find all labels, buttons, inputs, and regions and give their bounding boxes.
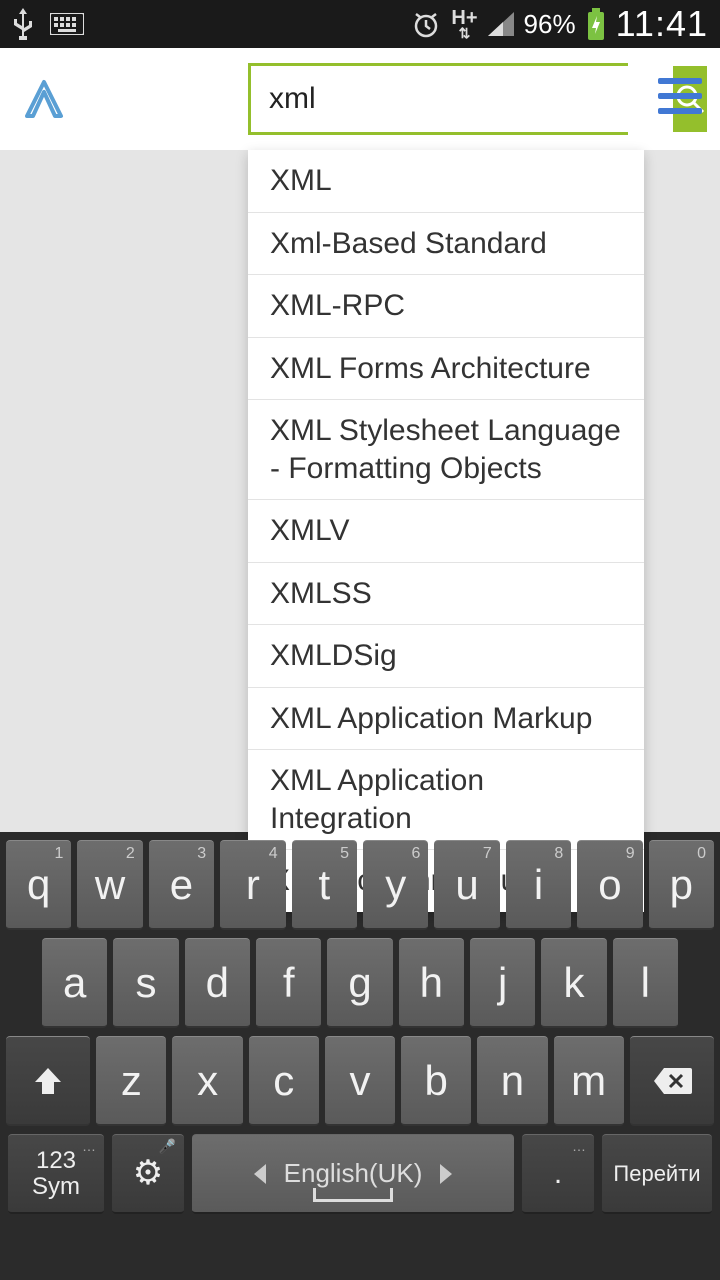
key-i[interactable]: 8i [506, 840, 571, 930]
keyboard-row-3: zxcvbnm [2, 1036, 718, 1126]
keyboard-indicator-icon [50, 13, 84, 35]
status-left [12, 8, 84, 40]
symbols-key[interactable]: … 123 Sym [8, 1134, 104, 1214]
shift-key[interactable] [6, 1036, 90, 1126]
battery-charging-icon [586, 8, 606, 40]
usb-icon [12, 8, 34, 40]
key-l[interactable]: l [613, 938, 678, 1028]
suggestion-item[interactable]: XML Application Integration [248, 750, 644, 850]
status-clock: 11:41 [616, 3, 708, 45]
key-w[interactable]: 2w [77, 840, 142, 930]
backspace-key[interactable] [630, 1036, 714, 1126]
network-hplus-icon: H+ ⇅ [451, 9, 477, 40]
search-suggestions: XMLXml-Based StandardXML-RPCXML Forms Ar… [248, 150, 644, 912]
key-u[interactable]: 7u [434, 840, 499, 930]
suggestion-item[interactable]: XMLV [248, 500, 644, 563]
app-header [0, 48, 720, 150]
suggestion-item[interactable]: XMLSS [248, 563, 644, 626]
suggestion-item[interactable]: XML [248, 150, 644, 213]
status-bar: H+ ⇅ 96% 11:41 [0, 0, 720, 48]
content-area: Search fo de XMLXml-Based StandardXML-RP… [0, 150, 720, 832]
signal-icon [488, 12, 514, 36]
key-s[interactable]: s [113, 938, 178, 1028]
alarm-icon [411, 9, 441, 39]
key-e[interactable]: 3e [149, 840, 214, 930]
status-right: H+ ⇅ 96% 11:41 [411, 3, 708, 45]
sym-line2: Sym [32, 1174, 80, 1199]
key-b[interactable]: b [401, 1036, 471, 1126]
key-c[interactable]: c [249, 1036, 319, 1126]
gear-icon: ⚙ [133, 1156, 163, 1192]
key-p[interactable]: 0p [649, 840, 714, 930]
period-label: . [554, 1158, 562, 1190]
suggestion-item[interactable]: XML Application Markup [248, 688, 644, 751]
key-h[interactable]: h [399, 938, 464, 1028]
app-logo[interactable] [14, 69, 74, 129]
sym-line1: 123 [36, 1148, 76, 1173]
key-v[interactable]: v [325, 1036, 395, 1126]
key-j[interactable]: j [470, 938, 535, 1028]
space-bar-icon [313, 1188, 393, 1202]
suggestion-item[interactable]: XML Forms Architecture [248, 338, 644, 401]
key-o[interactable]: 9o [577, 840, 642, 930]
chevron-left-icon [254, 1164, 266, 1184]
suggestion-item[interactable]: XMLDSig [248, 625, 644, 688]
enter-key[interactable]: Перейти [602, 1134, 712, 1214]
backspace-icon [652, 1066, 692, 1096]
search-input[interactable] [251, 66, 673, 132]
keyboard-bottom-row: … 123 Sym 🎤 ⚙ English(UK) … . Перейти [2, 1134, 718, 1214]
key-y[interactable]: 6y [363, 840, 428, 930]
search-box [248, 63, 628, 135]
period-key[interactable]: … . [522, 1134, 594, 1214]
menu-button[interactable] [658, 78, 702, 114]
key-g[interactable]: g [327, 938, 392, 1028]
enter-label: Перейти [613, 1162, 700, 1185]
keyboard-language: English(UK) [284, 1160, 423, 1187]
space-key[interactable]: English(UK) [192, 1134, 514, 1214]
key-q[interactable]: 1q [6, 840, 71, 930]
chevron-right-icon [440, 1164, 452, 1184]
key-x[interactable]: x [172, 1036, 242, 1126]
suggestion-item[interactable]: XML-RPC [248, 275, 644, 338]
suggestion-item[interactable]: Xml-Based Standard [248, 213, 644, 276]
key-t[interactable]: 5t [292, 840, 357, 930]
key-r[interactable]: 4r [220, 840, 285, 930]
battery-percent: 96% [524, 9, 576, 40]
mic-icon: 🎤 [159, 1139, 176, 1154]
suggestion-item[interactable]: XML Stylesheet Language - Formatting Obj… [248, 400, 644, 500]
keyboard-row-2: asdfghjkl [2, 938, 718, 1028]
settings-key[interactable]: 🎤 ⚙ [112, 1134, 184, 1214]
key-a[interactable]: a [42, 938, 107, 1028]
key-m[interactable]: m [554, 1036, 624, 1126]
key-z[interactable]: z [96, 1036, 166, 1126]
key-n[interactable]: n [477, 1036, 547, 1126]
key-f[interactable]: f [256, 938, 321, 1028]
shift-icon [31, 1064, 65, 1098]
key-k[interactable]: k [541, 938, 606, 1028]
key-d[interactable]: d [185, 938, 250, 1028]
